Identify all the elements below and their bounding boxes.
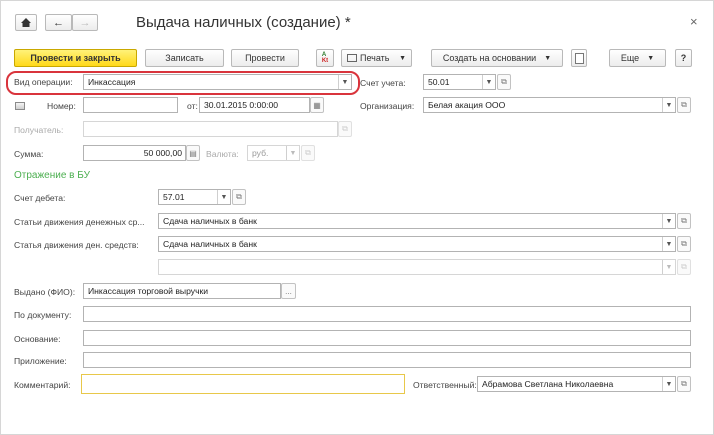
dropdown-arrow-icon[interactable]: ▼	[338, 75, 351, 89]
debit-account-label: Счет дебета:	[14, 193, 66, 203]
window-title: Выдача наличных (создание) *	[136, 14, 351, 31]
save-button[interactable]: Записать	[145, 49, 224, 67]
by-document-input[interactable]	[83, 306, 691, 322]
cash-flow-item1-select[interactable]: Сдача наличных в банк ▼	[158, 213, 676, 229]
dropdown-arrow-icon: ▼	[647, 54, 655, 62]
dropdown-arrow-icon: ▼	[399, 54, 406, 62]
organization-value: Белая акация ООО	[428, 100, 506, 110]
date-label: от:	[187, 101, 198, 111]
responsible-value: Абрамова Светлана Николаевна	[482, 379, 614, 389]
extra-select[interactable]: ▼	[158, 259, 676, 275]
dropdown-arrow-icon[interactable]: ▼	[286, 146, 299, 160]
issued-to-input[interactable]: Инкассация торговой выручки	[83, 283, 281, 299]
open-link-icon[interactable]: ⧉	[232, 189, 246, 205]
document-icon	[574, 52, 584, 64]
operation-type-value: Инкассация	[88, 77, 136, 87]
post-and-close-button[interactable]: Провести и закрыть	[14, 49, 137, 67]
dropdown-arrow-icon[interactable]: ▼	[662, 377, 675, 391]
dropdown-arrow-icon[interactable]: ▼	[662, 98, 675, 112]
cash-flow-item2-select[interactable]: Сдача наличных в банк ▼	[158, 236, 676, 252]
cash-flow-item2-label: Статья движения ден. средств:	[14, 240, 139, 250]
arrow-left-icon: ←	[53, 16, 64, 29]
amount-input[interactable]: 50 000,00	[83, 145, 186, 161]
back-button[interactable]: ←	[45, 14, 72, 31]
currency-select[interactable]: руб. ▼	[247, 145, 300, 161]
attachment-input[interactable]	[83, 352, 691, 368]
basis-label: Основание:	[14, 334, 61, 344]
recipient-input[interactable]	[83, 121, 338, 137]
report-button[interactable]	[571, 49, 587, 67]
create-based-on-button[interactable]: Создать на основании ▼	[431, 49, 563, 67]
by-document-label: По документу:	[14, 310, 72, 320]
recipient-label: Получатель:	[14, 125, 64, 135]
responsible-label: Ответственный:	[413, 380, 477, 390]
number-label: Номер:	[47, 101, 76, 111]
print-button[interactable]: Печать ▼	[341, 49, 412, 67]
dropdown-arrow-icon[interactable]: ▼	[662, 214, 675, 228]
account-select[interactable]: 50.01 ▼	[423, 74, 496, 90]
debit-account-select[interactable]: 57.01 ▼	[158, 189, 231, 205]
date-input[interactable]: 30.01.2015 0:00:00	[199, 97, 310, 113]
debit-account-value: 57.01	[163, 192, 185, 202]
responsible-select[interactable]: Абрамова Светлана Николаевна ▼	[477, 376, 676, 392]
cash-flow-item1-label: Статьи движения денежных ср...	[14, 217, 145, 227]
open-link-icon[interactable]: ⧉	[677, 213, 691, 229]
comment-input[interactable]	[81, 374, 405, 394]
amount-label: Сумма:	[14, 149, 44, 159]
open-link-icon[interactable]: ⧉	[677, 97, 691, 113]
forward-button[interactable]: →	[72, 14, 98, 31]
more-label: Еще	[620, 53, 640, 63]
currency-label: Валюта:	[206, 149, 239, 159]
close-icon[interactable]: ×	[690, 14, 698, 29]
organization-select[interactable]: Белая акация ООО ▼	[423, 97, 676, 113]
home-icon	[21, 18, 31, 27]
arrow-right-icon: →	[79, 16, 91, 29]
dropdown-arrow-icon: ▼	[544, 54, 552, 62]
operation-type-select[interactable]: Инкассация ▼	[83, 74, 352, 90]
post-button[interactable]: Провести	[231, 49, 299, 67]
dropdown-arrow-icon[interactable]: ▼	[662, 237, 675, 251]
currency-value: руб.	[252, 148, 269, 158]
account-label: Счет учета:	[360, 78, 406, 88]
cash-flow-item1-value: Сдача наличных в банк	[163, 216, 257, 226]
home-button[interactable]	[15, 14, 37, 31]
basis-input[interactable]	[83, 330, 691, 346]
dt-kt-icon: A Kt	[321, 52, 329, 64]
number-input[interactable]	[83, 97, 178, 113]
create-based-label: Создать на основании	[442, 53, 537, 63]
print-label: Печать	[360, 53, 390, 63]
open-link-icon[interactable]: ⧉	[677, 259, 691, 275]
section-title: Отражение в БУ	[14, 170, 90, 181]
dropdown-arrow-icon[interactable]: ▼	[662, 260, 675, 274]
help-button[interactable]: ?	[675, 49, 692, 67]
open-link-icon[interactable]: ⧉	[301, 145, 315, 161]
checkbox-icon[interactable]	[15, 102, 25, 110]
calculator-icon[interactable]: ▤	[186, 145, 200, 161]
printer-icon	[347, 54, 357, 62]
more-button[interactable]: Еще ▼	[609, 49, 666, 67]
issued-to-label: Выдано (ФИО):	[14, 287, 76, 297]
open-link-icon[interactable]: ⧉	[338, 121, 352, 137]
dropdown-arrow-icon[interactable]: ▼	[482, 75, 495, 89]
account-value: 50.01	[428, 77, 450, 87]
attachment-label: Приложение:	[14, 356, 67, 366]
operation-type-label: Вид операции:	[14, 77, 73, 87]
calendar-icon[interactable]: ▦	[310, 97, 324, 113]
select-button[interactable]: ...	[281, 283, 296, 299]
comment-label: Комментарий:	[14, 380, 71, 390]
cash-flow-item2-value: Сдача наличных в банк	[163, 239, 257, 249]
dropdown-arrow-icon[interactable]: ▼	[217, 190, 230, 204]
open-link-icon[interactable]: ⧉	[677, 236, 691, 252]
open-link-icon[interactable]: ⧉	[497, 74, 511, 90]
open-link-icon[interactable]: ⧉	[677, 376, 691, 392]
organization-label: Организация:	[360, 101, 415, 111]
dt-kt-button[interactable]: A Kt	[316, 49, 334, 67]
